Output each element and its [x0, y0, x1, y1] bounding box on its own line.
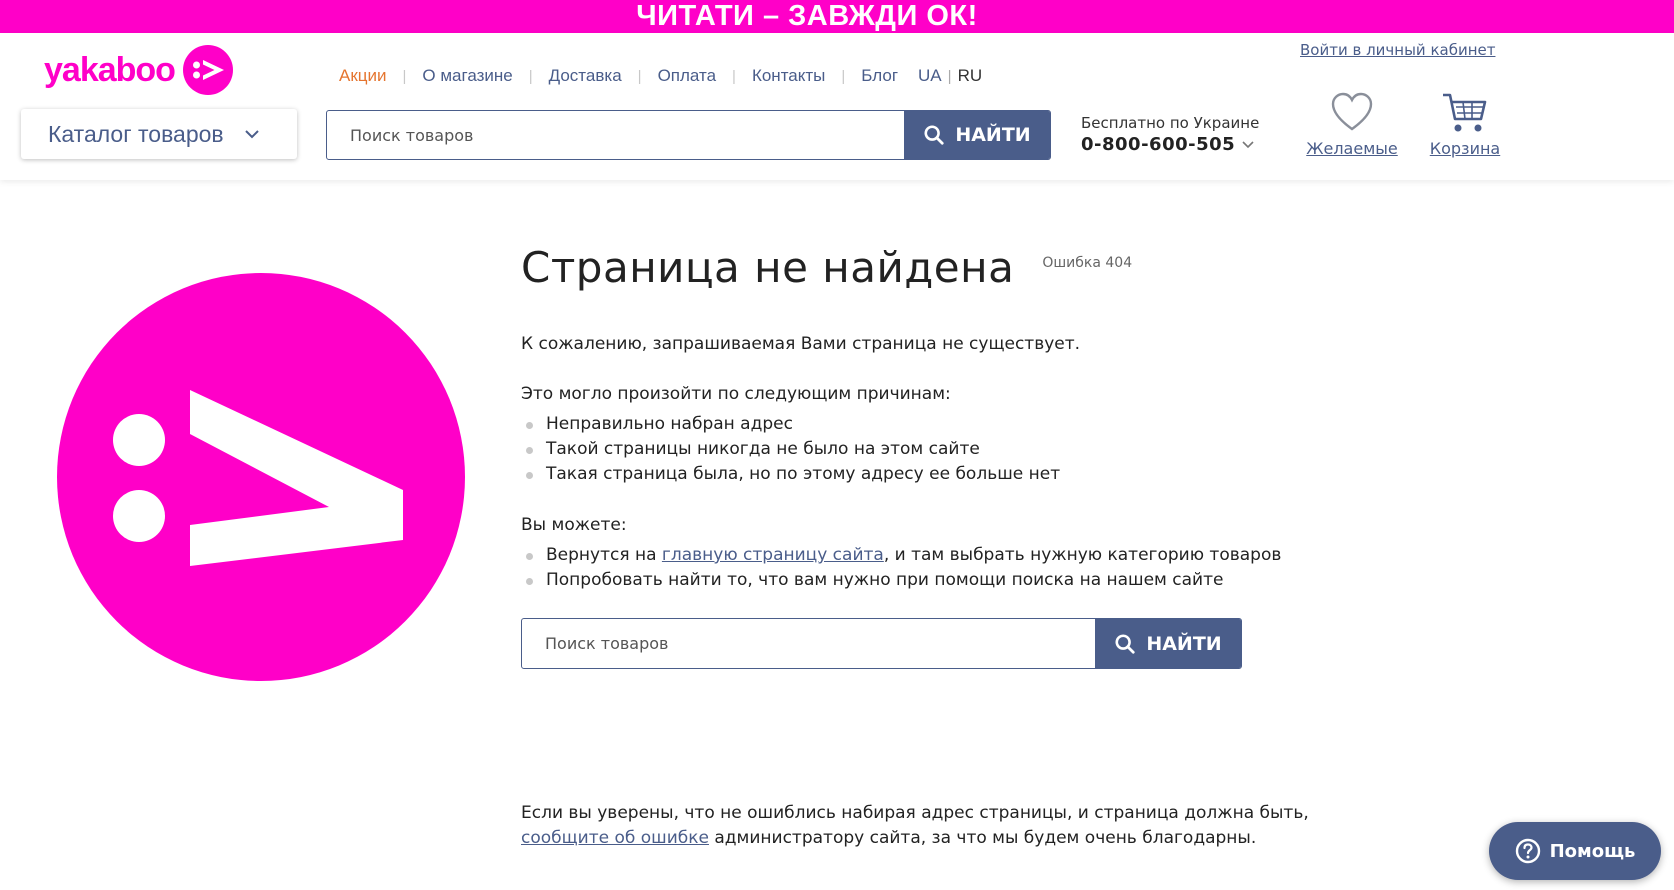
reasons-list: Неправильно набран адрес Такой страницы … [521, 412, 1060, 487]
report-error-link[interactable]: сообщите об ошибке [521, 828, 709, 848]
nav-item-blog[interactable]: Блог [861, 66, 898, 86]
login-link[interactable]: Войти в личный кабинет [1300, 41, 1495, 59]
language-switcher: UA | RU [918, 66, 983, 86]
help-button[interactable]: Помощь [1489, 822, 1661, 880]
intro-text: К сожалению, запрашиваемая Вами страница… [521, 334, 1081, 354]
cart-icon [1443, 93, 1487, 132]
list-item: Попробовать найти то, что вам нужно при … [521, 568, 1281, 593]
main-nav: Акции | О магазине | Доставка | Оплата |… [339, 66, 983, 86]
reasons-heading: Это могло произойти по следующим причина… [521, 384, 951, 404]
header-search-button-label: НАЙТИ [955, 124, 1031, 146]
site-header: yakaboo Акции | О магазине | Доставка | … [0, 33, 1674, 180]
lang-ru[interactable]: RU [958, 66, 983, 86]
wishlist-link[interactable]: Желаемые [1302, 91, 1402, 158]
list-item: Такая страница была, но по этому адресу … [521, 462, 1060, 487]
yakaboo-hero-logo-icon [57, 273, 465, 681]
promo-banner[interactable]: ЧИТАТИ – ЗАВЖДИ ОК! [0, 0, 1674, 33]
lang-ua[interactable]: UA [918, 66, 942, 86]
main-search-button-label: НАЙТИ [1146, 632, 1222, 655]
header-search-input[interactable] [327, 111, 904, 159]
list-item: Вернутся на главную страницу сайта, и та… [521, 543, 1281, 568]
footer-note-line2: сообщите об ошибке администратору сайта,… [521, 828, 1257, 848]
phone-caption: Бесплатно по Украине [1081, 114, 1260, 132]
phone-number: 0-800-600-505 [1081, 134, 1236, 155]
question-icon [1515, 838, 1540, 864]
help-label: Помощь [1549, 840, 1636, 862]
heart-icon [1331, 92, 1373, 131]
options-list: Вернутся на главную страницу сайта, и та… [521, 543, 1281, 593]
nav-item-contacts[interactable]: Контакты [752, 66, 825, 86]
phone-block[interactable]: Бесплатно по Украине 0-800-600-505 [1081, 114, 1259, 155]
chevron-down-icon [244, 130, 259, 139]
site-logo[interactable]: yakaboo [44, 45, 233, 95]
cart-link[interactable]: Корзина [1420, 91, 1510, 158]
nav-item-delivery[interactable]: Доставка [549, 66, 622, 86]
search-icon [924, 125, 944, 145]
main-search-input[interactable] [522, 619, 1095, 668]
error-code: Ошибка 404 [1042, 255, 1133, 271]
nav-item-about[interactable]: О магазине [422, 66, 512, 86]
list-item: Такой страницы никогда не было на этом с… [521, 437, 1060, 462]
wishlist-label: Желаемые [1306, 139, 1398, 158]
yakaboo-logo-icon [182, 45, 233, 95]
header-search: НАЙТИ [326, 110, 1051, 160]
footer-note-line1: Если вы уверены, что не ошиблись набирая… [521, 803, 1309, 823]
nav-item-payment[interactable]: Оплата [658, 66, 716, 86]
nav-item-sales[interactable]: Акции [339, 66, 387, 86]
main-search: НАЙТИ [521, 618, 1242, 669]
list-item: Неправильно набран адрес [521, 412, 1060, 437]
home-page-link[interactable]: главную страницу сайта [662, 545, 884, 565]
options-heading: Вы можете: [521, 515, 627, 535]
search-icon [1115, 633, 1135, 654]
page-title: Страница не найдена [521, 243, 1015, 292]
logo-text: yakaboo [44, 50, 176, 89]
cart-label: Корзина [1429, 139, 1501, 158]
promo-text: ЧИТАТИ – ЗАВЖДИ ОК! [636, 0, 978, 32]
header-search-button[interactable]: НАЙТИ [904, 111, 1050, 159]
catalog-button[interactable]: Каталог товаров [21, 109, 297, 159]
main-search-button[interactable]: НАЙТИ [1095, 619, 1241, 668]
chevron-down-icon [1242, 140, 1254, 148]
catalog-label: Каталог товаров [48, 120, 224, 147]
